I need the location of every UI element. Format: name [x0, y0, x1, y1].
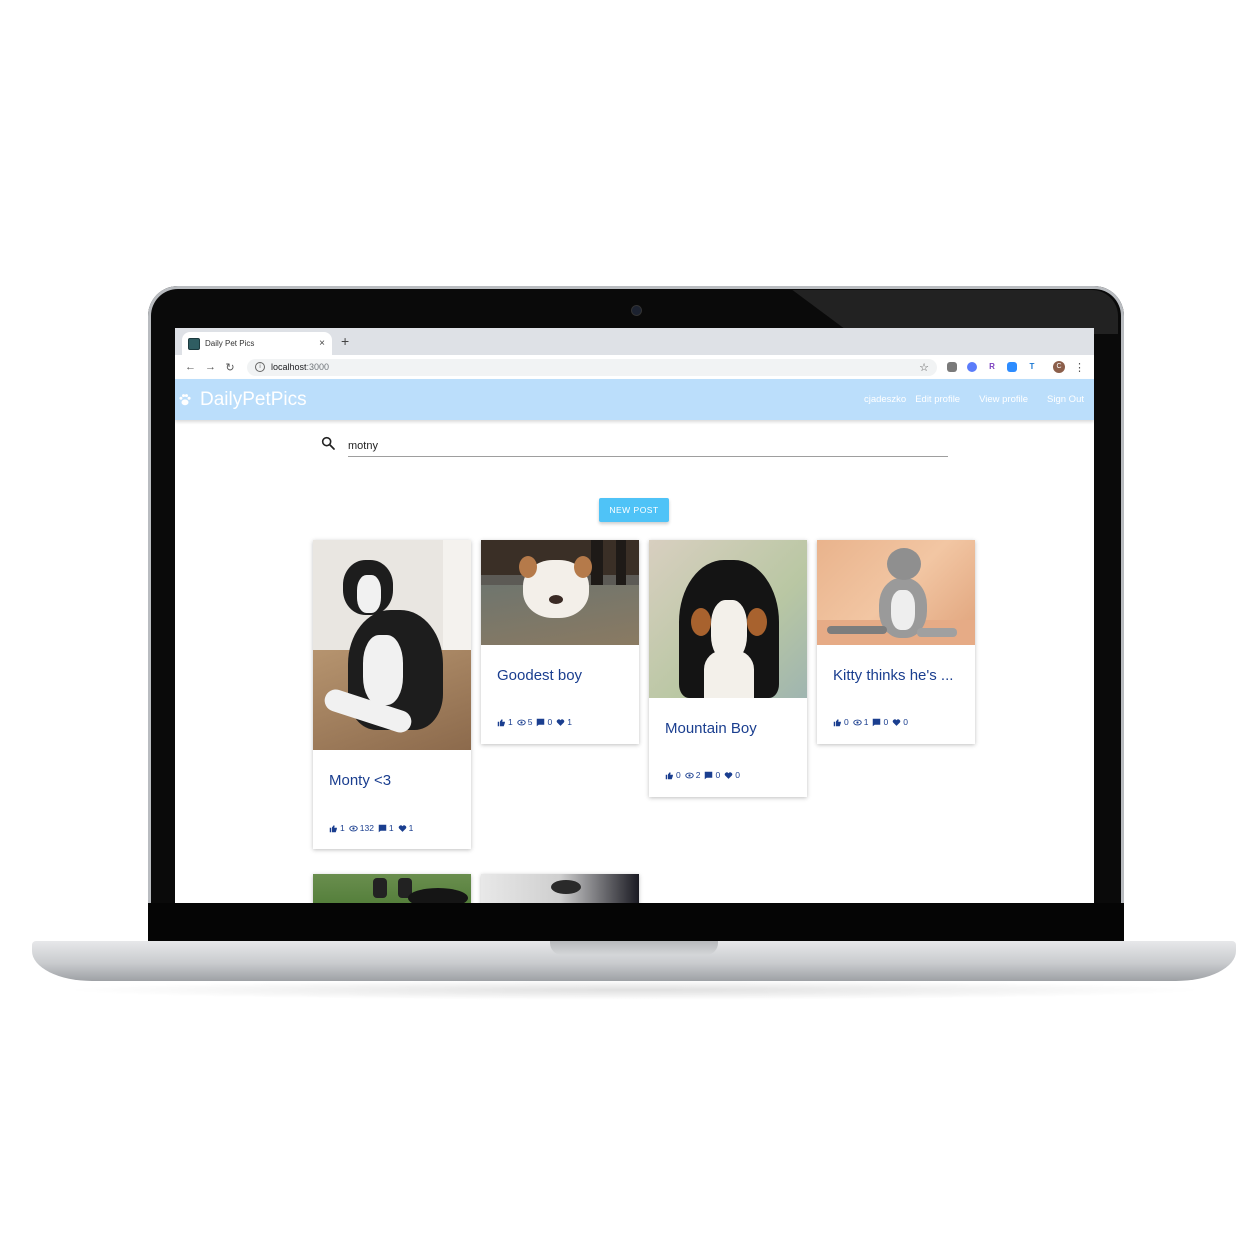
post-stats: 1 132 1 1 [329, 823, 417, 833]
post-card[interactable]: Monty <3 1 132 1 1 [313, 540, 471, 849]
heart-icon[interactable] [892, 718, 901, 727]
reload-icon[interactable]: ↻ [225, 361, 235, 374]
webcam [631, 305, 642, 316]
new-post-button[interactable]: NEW POST [599, 498, 669, 522]
browser-menu-icon[interactable]: ⋮ [1074, 361, 1085, 374]
post-image[interactable] [817, 540, 975, 645]
comment-icon[interactable] [536, 718, 545, 727]
comment-count: 0 [883, 717, 889, 727]
heart-icon[interactable] [398, 824, 407, 833]
extension-hex-icon[interactable] [967, 362, 977, 372]
like-count: 1 [508, 717, 513, 727]
post-title[interactable]: Goodest boy [497, 667, 582, 684]
eye-icon [853, 719, 862, 725]
heart-icon[interactable] [556, 718, 565, 727]
eye-icon [349, 825, 358, 831]
post-stats: 0 2 0 0 [665, 770, 744, 780]
heart-count: 1 [567, 717, 572, 727]
eye-icon [517, 719, 526, 725]
post-card[interactable]: Kitty thinks he's ... 0 1 0 0 [817, 540, 975, 744]
post-card[interactable]: Mountain Boy 0 2 0 0 [649, 540, 807, 797]
app-header: DailyPetPics cjadeszko Edit profile View… [175, 379, 1094, 420]
post-title[interactable]: Mountain Boy [665, 720, 757, 737]
comment-icon[interactable] [872, 718, 881, 727]
search-input[interactable] [348, 436, 948, 457]
thumb-up-icon[interactable] [665, 771, 674, 780]
post-card[interactable] [481, 874, 639, 903]
post-title[interactable]: Kitty thinks he's ... [833, 667, 953, 684]
app-brand[interactable]: DailyPetPics [200, 389, 307, 411]
post-stats: 0 1 0 0 [833, 717, 912, 727]
like-count: 0 [844, 717, 849, 727]
paw-icon [179, 393, 191, 405]
like-count: 1 [340, 823, 345, 833]
back-arrow-icon[interactable]: ← [185, 361, 196, 373]
browser-toolbar: ← → ↻ i localhost:3000 ☆ R T C ⋮ [175, 355, 1094, 380]
laptop-screen: Daily Pet Pics × + ← → ↻ i localhost:300… [175, 328, 1094, 903]
screen-bezel [148, 903, 1124, 942]
browser-tabstrip: Daily Pet Pics × + [175, 328, 1094, 355]
view-count: 2 [695, 770, 701, 780]
heart-count: 1 [408, 823, 414, 833]
nav-edit-profile[interactable]: Edit profile [915, 394, 960, 405]
like-count: 0 [676, 770, 681, 780]
post-title[interactable]: Monty <3 [329, 772, 391, 789]
thumb-up-icon[interactable] [329, 824, 338, 833]
extension-t-icon[interactable]: T [1027, 362, 1037, 372]
site-info-icon[interactable]: i [255, 362, 265, 372]
url-host: localhost [271, 362, 307, 372]
view-count: 132 [359, 823, 374, 833]
laptop-shadow [60, 980, 1210, 1000]
view-count: 1 [863, 717, 869, 727]
comment-count: 1 [388, 823, 394, 833]
comment-count: 0 [547, 717, 553, 727]
heart-icon[interactable] [724, 771, 733, 780]
post-image[interactable] [649, 540, 807, 698]
search-icon [321, 436, 335, 450]
thumb-up-icon[interactable] [833, 718, 842, 727]
nav-view-profile[interactable]: View profile [979, 394, 1028, 405]
profile-avatar[interactable]: C [1053, 361, 1065, 373]
post-image[interactable] [313, 874, 471, 903]
extension-angular-icon[interactable] [947, 362, 957, 372]
post-image[interactable] [481, 540, 639, 645]
url-port: :3000 [306, 362, 330, 372]
extension-r-icon[interactable]: R [987, 362, 997, 372]
tab-title: Daily Pet Pics [205, 339, 255, 348]
heart-count: 0 [903, 717, 908, 727]
header-nav: cjadeszko Edit profile View profile Sign… [855, 394, 1084, 405]
address-bar[interactable]: i localhost:3000 ☆ [247, 358, 937, 376]
view-count: 5 [527, 717, 533, 727]
nav-sign-out[interactable]: Sign Out [1047, 394, 1084, 405]
post-stats: 1 5 0 1 [497, 717, 576, 727]
laptop-notch [550, 941, 718, 955]
nav-username[interactable]: cjadeszko [864, 394, 906, 405]
extension-zoom-icon[interactable] [1007, 362, 1017, 372]
new-tab-button[interactable]: + [341, 333, 349, 349]
forward-arrow-icon[interactable]: → [205, 361, 216, 373]
post-card[interactable] [313, 874, 471, 903]
browser-tab[interactable]: Daily Pet Pics × [182, 332, 332, 355]
bookmark-star-icon[interactable]: ☆ [919, 361, 929, 374]
comment-count: 0 [715, 770, 721, 780]
heart-count: 0 [735, 770, 740, 780]
comment-icon[interactable] [704, 771, 713, 780]
thumb-up-icon[interactable] [497, 718, 506, 727]
post-card[interactable]: Goodest boy 1 5 0 1 [481, 540, 639, 744]
site-favicon-icon [188, 337, 200, 350]
post-image[interactable] [481, 874, 639, 903]
post-image[interactable] [313, 540, 471, 750]
extension-icons: R T [947, 362, 1047, 372]
tab-close-icon[interactable]: × [319, 338, 325, 349]
comment-icon[interactable] [378, 824, 387, 833]
eye-icon [685, 772, 694, 778]
